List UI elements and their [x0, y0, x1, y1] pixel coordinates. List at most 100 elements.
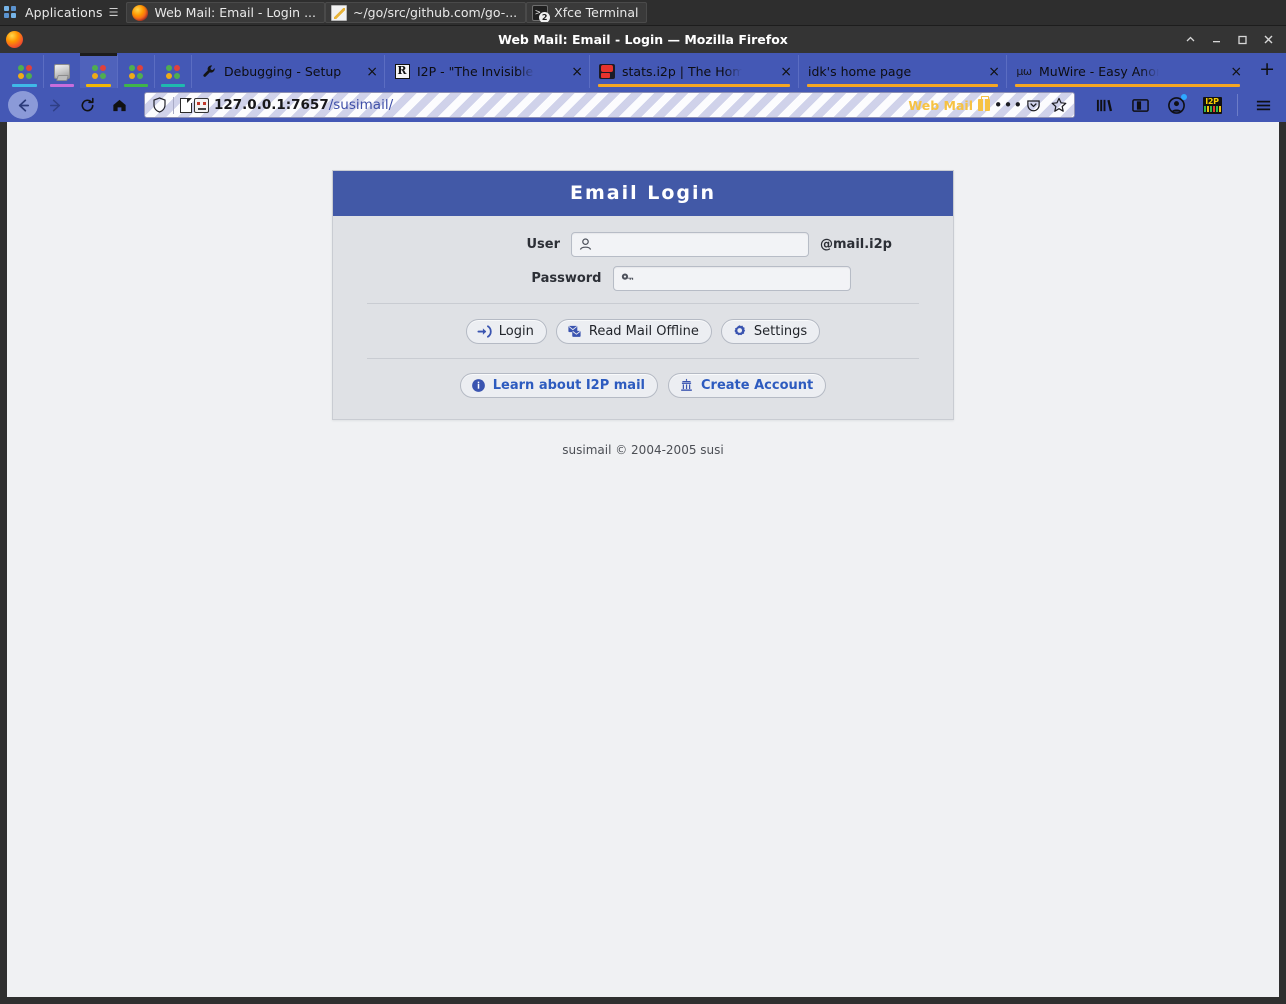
password-input[interactable]: [637, 267, 850, 290]
applications-grid-icon: [4, 5, 20, 20]
tab-loading-indicator: [598, 84, 790, 87]
firefox-logo-icon: [6, 31, 23, 48]
taskbar-window-firefox[interactable]: Web Mail: Email - Login ...: [126, 2, 325, 23]
tab-loading-indicator: [1015, 84, 1241, 87]
sidebar-button[interactable]: [1125, 91, 1155, 119]
user-label: User: [526, 237, 560, 252]
tab-title: MuWire - Easy Anonym: [1039, 64, 1159, 79]
tab-close-button[interactable]: ×: [571, 64, 583, 80]
firefox-window: Web Mail: Email - Login — Mozilla Firefo…: [0, 26, 1286, 1004]
read-mail-offline-button[interactable]: Read Mail Offline: [555, 319, 712, 344]
login-arrow-icon: [477, 324, 492, 339]
pinned-tab-underline: [12, 84, 37, 87]
learn-about-i2p-mail-label: Learn about I2P mail: [492, 378, 645, 393]
pocket-save-button[interactable]: [1021, 98, 1046, 113]
window-titlebar: Web Mail: Email - Login — Mozilla Firefo…: [0, 26, 1286, 53]
url-bar[interactable]: 127.0.0.1:7657/susimail/ Web Mail •••: [144, 92, 1075, 118]
tab-debugging-setup[interactable]: Debugging - Setup ×: [191, 55, 384, 88]
tracking-protection-shield-icon[interactable]: [145, 97, 173, 113]
tab-title: Debugging - Setup: [224, 64, 342, 79]
taskbar-window-title: ~/go/src/github.com/go-...: [353, 5, 518, 20]
menu-lines-icon: ☰: [108, 6, 119, 19]
url-text[interactable]: 127.0.0.1:7657/susimail/: [214, 97, 902, 113]
i2p-router-icon: R: [394, 64, 410, 80]
login-button-label: Login: [498, 324, 534, 339]
offline-mail-icon: [567, 324, 582, 339]
pinned-tab-5[interactable]: [154, 55, 191, 88]
pinned-tab-2-scanner[interactable]: [43, 55, 80, 88]
tab-title: idk's home page: [808, 64, 912, 79]
taskbar-window-editor[interactable]: ~/go/src/github.com/go-...: [325, 2, 527, 23]
shade-window-button[interactable]: [1185, 34, 1198, 45]
tab-title: I2P - "The Invisible Int: [417, 64, 535, 79]
tab-close-button[interactable]: ×: [780, 64, 792, 80]
i2p-extension-button[interactable]: I2P: [1197, 91, 1227, 119]
tab-close-button[interactable]: ×: [1230, 64, 1242, 80]
key-icon: [618, 271, 638, 286]
password-input-wrapper[interactable]: [612, 266, 851, 291]
account-notification-dot: [1181, 94, 1187, 100]
taskbar-window-terminal[interactable]: >_ 2 Xfce Terminal: [526, 2, 648, 23]
app-menu-button[interactable]: [1248, 91, 1278, 119]
browser-viewport: Email Login User @mail.i2p Password Logi…: [0, 122, 1286, 1004]
account-button[interactable]: [1161, 91, 1191, 119]
firefox-icon: [132, 4, 149, 21]
settings-button[interactable]: Settings: [720, 319, 821, 344]
minimize-window-button[interactable]: [1211, 34, 1224, 45]
container-tab-indicator[interactable]: Web Mail: [902, 96, 996, 113]
mail-domain-suffix: @mail.i2p: [820, 237, 892, 252]
i2p-icon: I2P: [1202, 96, 1222, 114]
user-input[interactable]: [596, 233, 808, 256]
terminal-window-count-badge: 2: [539, 11, 551, 22]
new-tab-button[interactable]: +: [1248, 59, 1286, 82]
info-icon: [471, 378, 486, 393]
tab-title: stats.i2p | The Home f: [622, 64, 742, 79]
url-host: 127.0.0.1:7657: [214, 97, 329, 113]
tab-close-button[interactable]: ×: [366, 64, 378, 80]
page-info-icon[interactable]: [180, 97, 192, 113]
navigation-toolbar: 127.0.0.1:7657/susimail/ Web Mail ••• I2…: [0, 88, 1286, 122]
taskbar-window-title: Web Mail: Email - Login ...: [154, 5, 316, 20]
user-input-wrapper[interactable]: [571, 232, 809, 257]
login-button[interactable]: Login: [465, 319, 547, 344]
window-title: Web Mail: Email - Login — Mozilla Firefo…: [498, 32, 788, 47]
library-button[interactable]: [1089, 91, 1119, 119]
taskbar-window-title: Xfce Terminal: [554, 5, 639, 20]
terminal-icon: >_ 2: [532, 4, 551, 22]
four-dots-icon: [129, 64, 143, 79]
stats-i2p-icon: [599, 64, 615, 80]
back-button[interactable]: [8, 91, 38, 119]
muwire-icon: μω: [1016, 65, 1032, 78]
page-actions-button[interactable]: •••: [994, 96, 1023, 114]
reload-button[interactable]: [72, 91, 102, 119]
pinned-tab-1[interactable]: [6, 55, 43, 88]
forward-button[interactable]: [40, 91, 70, 119]
tab-loading-indicator: [807, 84, 998, 87]
create-account-button[interactable]: Create Account: [668, 373, 827, 398]
pinned-tab-underline: [161, 84, 185, 87]
pinned-tab-underline: [86, 84, 111, 87]
gear-icon: [732, 324, 747, 339]
tab-i2p-invisible-internet[interactable]: R I2P - "The Invisible Int ×: [384, 55, 589, 88]
toolbar-divider: [1237, 94, 1238, 116]
applications-menu-label: Applications: [25, 5, 103, 20]
password-label: Password: [531, 271, 602, 286]
container-label: Web Mail: [908, 97, 973, 113]
tab-stats-i2p[interactable]: stats.i2p | The Home f ×: [589, 55, 798, 88]
tab-muwire[interactable]: μω MuWire - Easy Anonym ×: [1006, 55, 1248, 88]
tab-close-button[interactable]: ×: [988, 64, 1000, 80]
four-dots-icon: [17, 64, 32, 79]
tab-idks-home-page[interactable]: idk's home page ×: [798, 55, 1006, 88]
close-window-button[interactable]: [1263, 34, 1276, 45]
pinned-tab-underline: [124, 84, 148, 87]
settings-button-label: Settings: [753, 324, 808, 339]
pinned-tab-3[interactable]: [80, 53, 117, 88]
bookmark-star-button[interactable]: [1046, 97, 1071, 113]
pinned-tab-4[interactable]: [117, 55, 154, 88]
maximize-window-button[interactable]: [1237, 34, 1250, 45]
applications-menu-button[interactable]: Applications ☰: [0, 0, 124, 25]
learn-about-i2p-mail-button[interactable]: Learn about I2P mail: [459, 373, 658, 398]
home-button[interactable]: [104, 91, 134, 119]
url-path: /susimail/: [328, 97, 394, 113]
create-account-label: Create Account: [701, 378, 814, 393]
